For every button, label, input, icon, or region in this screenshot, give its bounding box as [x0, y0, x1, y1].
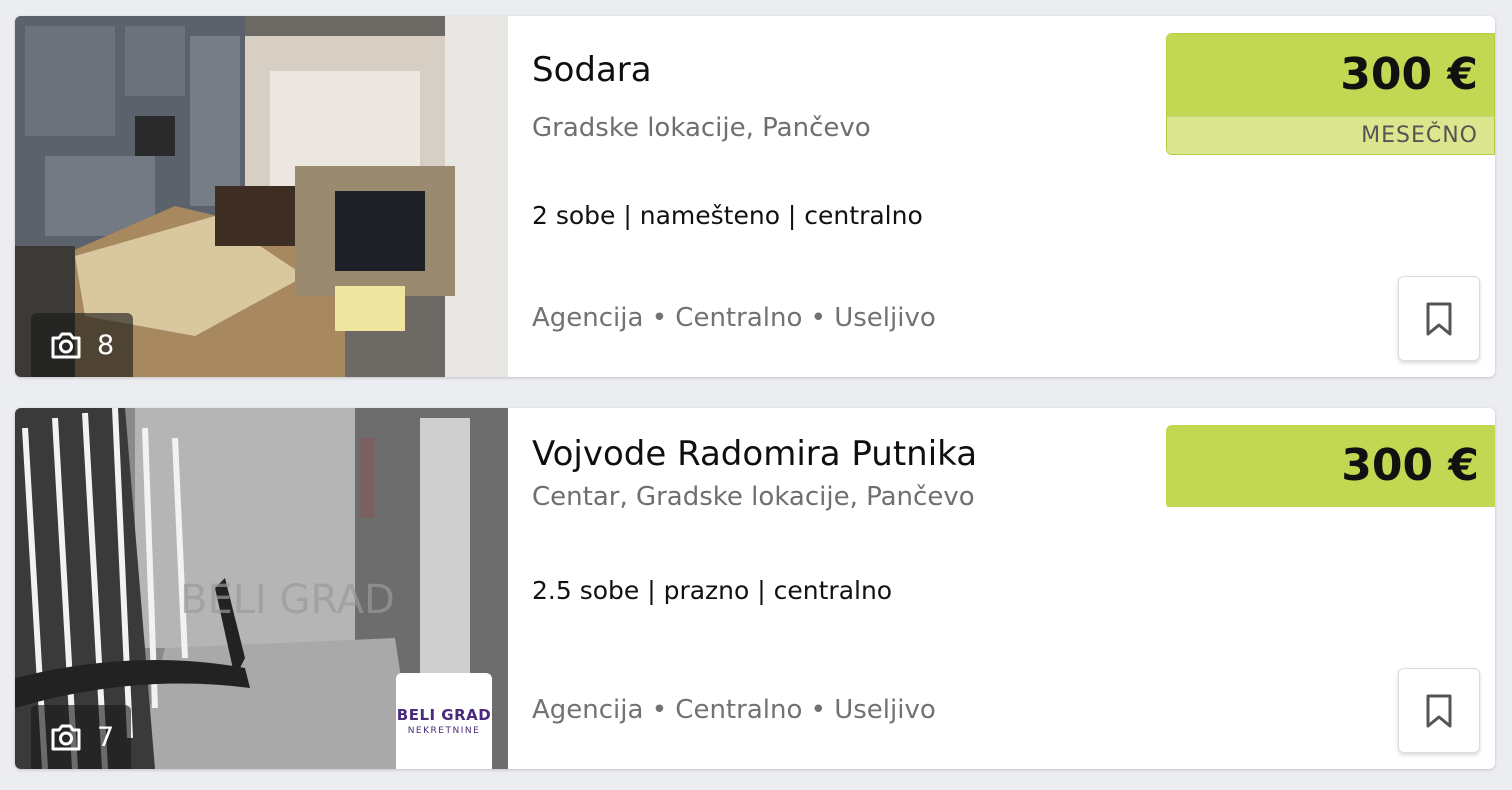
listing-title[interactable]: Vojvode Radomira Putnika — [532, 434, 977, 474]
listing-card[interactable]: 8 Sodara Gradske lokacije, Pančevo 2 sob… — [15, 16, 1495, 377]
price-period: MESEČNO — [1167, 116, 1494, 154]
listing-specs: 2 sobe | nameš­teno | centralno — [532, 201, 923, 230]
listing-location: Centar, Gradske lokacije, Pančevo — [532, 482, 975, 512]
camera-icon — [51, 332, 81, 359]
bookmark-icon — [1426, 302, 1452, 335]
photo-count: 8 — [97, 329, 115, 361]
svg-text:BELI GRAD: BELI GRAD — [180, 577, 395, 623]
camera-icon — [51, 724, 81, 751]
listing-location: Gradske lokacije, Pančevo — [532, 113, 871, 143]
price-amount: 300 € — [1167, 34, 1494, 116]
price-amount: 300 € — [1166, 425, 1495, 507]
photo-count: 7 — [97, 721, 115, 753]
agency-logo[interactable]: BELI GRAD NEKRETNINE — [396, 673, 492, 769]
price-box: 300 € — [1166, 425, 1495, 509]
listing-photo[interactable]: 8 — [15, 16, 508, 377]
agency-logo-sub: NEKRETNINE — [407, 726, 481, 736]
listing-specs: 2.5 sobe | prazno | centralno — [532, 576, 893, 605]
bookmark-icon — [1426, 694, 1452, 727]
photo-count-badge[interactable]: 8 — [31, 313, 133, 377]
listing-card[interactable]: BELI GRAD 7 BELI GRAD NEKRETNINE Vojvode… — [15, 408, 1495, 769]
bookmark-button[interactable] — [1398, 668, 1480, 753]
listing-tags: Agencija • Centralno • Useljivo — [532, 303, 936, 333]
listing-photo[interactable]: BELI GRAD 7 BELI GRAD NEKRETNINE — [15, 408, 508, 769]
photo-count-badge[interactable]: 7 — [31, 705, 131, 769]
bookmark-button[interactable] — [1398, 276, 1480, 361]
listing-title[interactable]: Sodara — [532, 50, 652, 90]
listing-tags: Agencija • Centralno • Useljivo — [532, 695, 936, 725]
price-box: 300 € MESEČNO — [1166, 33, 1495, 155]
agency-logo-main: BELI GRAD — [396, 706, 492, 724]
